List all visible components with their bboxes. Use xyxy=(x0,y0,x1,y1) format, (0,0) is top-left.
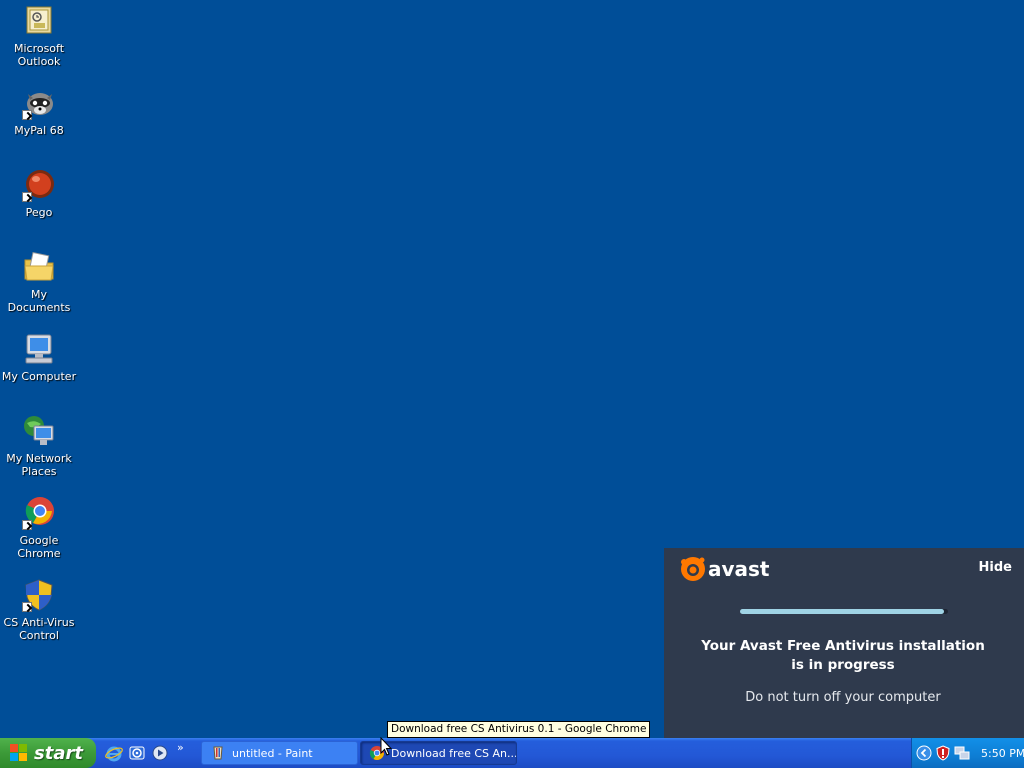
network-icon xyxy=(22,414,56,448)
shield-icon xyxy=(22,578,56,612)
folder-documents-icon xyxy=(22,250,56,284)
avast-logo-icon xyxy=(680,556,706,582)
internet-explorer-icon[interactable] xyxy=(104,743,124,763)
shortcut-arrow-icon xyxy=(22,192,32,202)
start-label: start xyxy=(34,742,83,764)
taskbar-button-label: Download free CS An... xyxy=(391,746,517,760)
desktop-icon-pego[interactable]: Pego xyxy=(0,168,78,219)
desktop-icon-mypal[interactable]: MyPal 68 xyxy=(0,86,78,137)
hide-button[interactable]: Hide xyxy=(979,560,1012,575)
desktop-icon-label: MyPal 68 xyxy=(14,124,64,137)
quick-launch-bar: » xyxy=(104,738,184,768)
computer-icon xyxy=(22,332,56,366)
desktop-icon-label: Google Chrome xyxy=(17,534,61,560)
desktop-icon-label: My Computer xyxy=(1,370,77,383)
network-tray-icon[interactable] xyxy=(954,745,970,761)
install-status-title: Your Avast Free Antivirus installation i… xyxy=(664,637,1022,675)
desktop-icon-cs-antivirus[interactable]: CS Anti-Virus Control xyxy=(0,578,78,642)
chrome-icon xyxy=(22,496,56,530)
outlook-icon xyxy=(22,4,56,38)
mypal-icon xyxy=(22,86,56,120)
desktop-icon-google-chrome[interactable]: Google Chrome xyxy=(0,496,78,560)
desktop-icon-network-places[interactable]: My Network Places xyxy=(0,414,78,478)
install-progress-fill xyxy=(740,609,944,614)
install-progress-bar xyxy=(740,609,948,614)
tray-expand-icon[interactable] xyxy=(916,745,932,761)
outlook-express-icon[interactable] xyxy=(127,743,147,763)
desktop-icon-label: Microsoft Outlook xyxy=(13,42,65,68)
taskbar-button-paint[interactable]: untitled - Paint xyxy=(201,741,358,765)
taskbar-tooltip: Download free CS Antivirus 0.1 - Google … xyxy=(387,721,651,738)
install-status-title-line: Your Avast Free Antivirus installation xyxy=(701,638,985,654)
start-button[interactable]: start xyxy=(0,738,96,768)
mouse-pointer-icon xyxy=(380,736,394,757)
desktop-icon-label: My Documents xyxy=(7,288,71,314)
install-warning-text: Do not turn off your computer xyxy=(745,690,941,705)
shortcut-arrow-icon xyxy=(22,602,32,612)
desktop-icon-label: Pego xyxy=(25,206,53,219)
quick-launch-more-button[interactable]: » xyxy=(177,741,184,754)
desktop-icon-label: My Network Places xyxy=(6,452,72,478)
paint-icon xyxy=(210,745,226,761)
clock[interactable]: 5:50 PM xyxy=(981,747,1024,760)
taskbar-button-label: untitled - Paint xyxy=(232,746,313,760)
windows-flag-icon xyxy=(10,744,28,762)
desktop-icon-my-computer[interactable]: My Computer xyxy=(0,332,78,383)
shortcut-arrow-icon xyxy=(22,110,32,120)
security-shield-icon[interactable] xyxy=(935,745,951,761)
media-player-icon[interactable] xyxy=(150,743,170,763)
shortcut-arrow-icon xyxy=(22,520,32,530)
desktop-icon-label: CS Anti-Virus Control xyxy=(3,616,75,642)
pego-icon xyxy=(22,168,56,202)
avast-install-notification: avast Hide Your Avast Free Antivirus ins… xyxy=(664,548,1024,738)
system-tray: 5:50 PM xyxy=(911,738,1024,768)
install-status-title-line: is in progress xyxy=(791,657,895,673)
avast-logo-text: avast xyxy=(708,557,770,581)
desktop-icon-outlook[interactable]: Microsoft Outlook xyxy=(0,4,78,68)
desktop-icon-my-documents[interactable]: My Documents xyxy=(0,250,78,314)
taskbar: start » untitled - Paint Download free C… xyxy=(0,738,1024,768)
avast-logo: avast xyxy=(680,556,770,582)
